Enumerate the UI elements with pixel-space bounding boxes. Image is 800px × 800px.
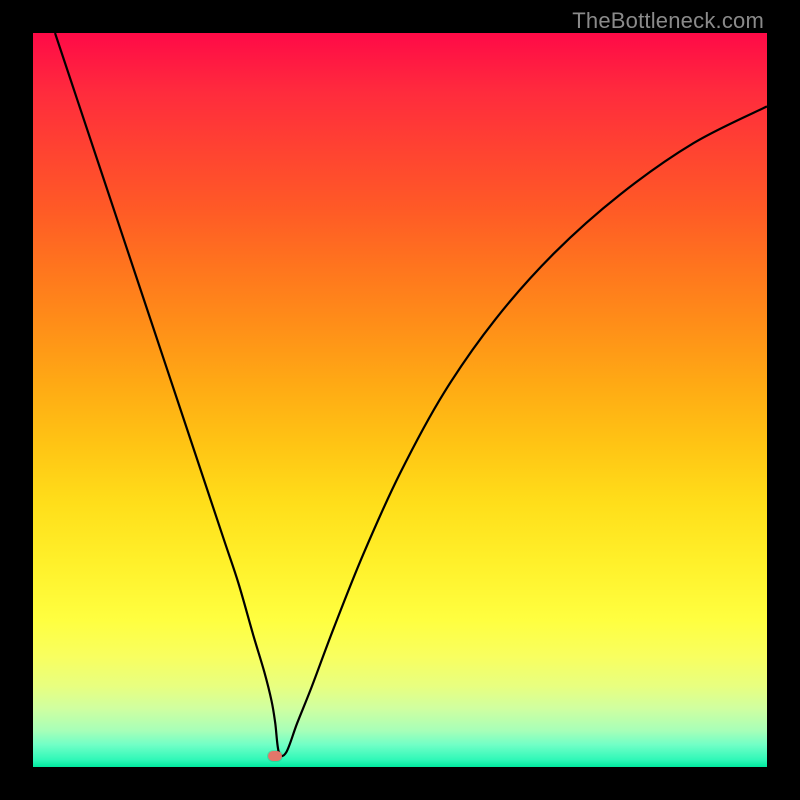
curve-svg (33, 33, 767, 767)
watermark-text: TheBottleneck.com (572, 8, 764, 34)
bottleneck-curve (55, 33, 767, 756)
minimum-marker (268, 751, 282, 761)
chart-frame: TheBottleneck.com (0, 0, 800, 800)
plot-area (33, 33, 767, 767)
